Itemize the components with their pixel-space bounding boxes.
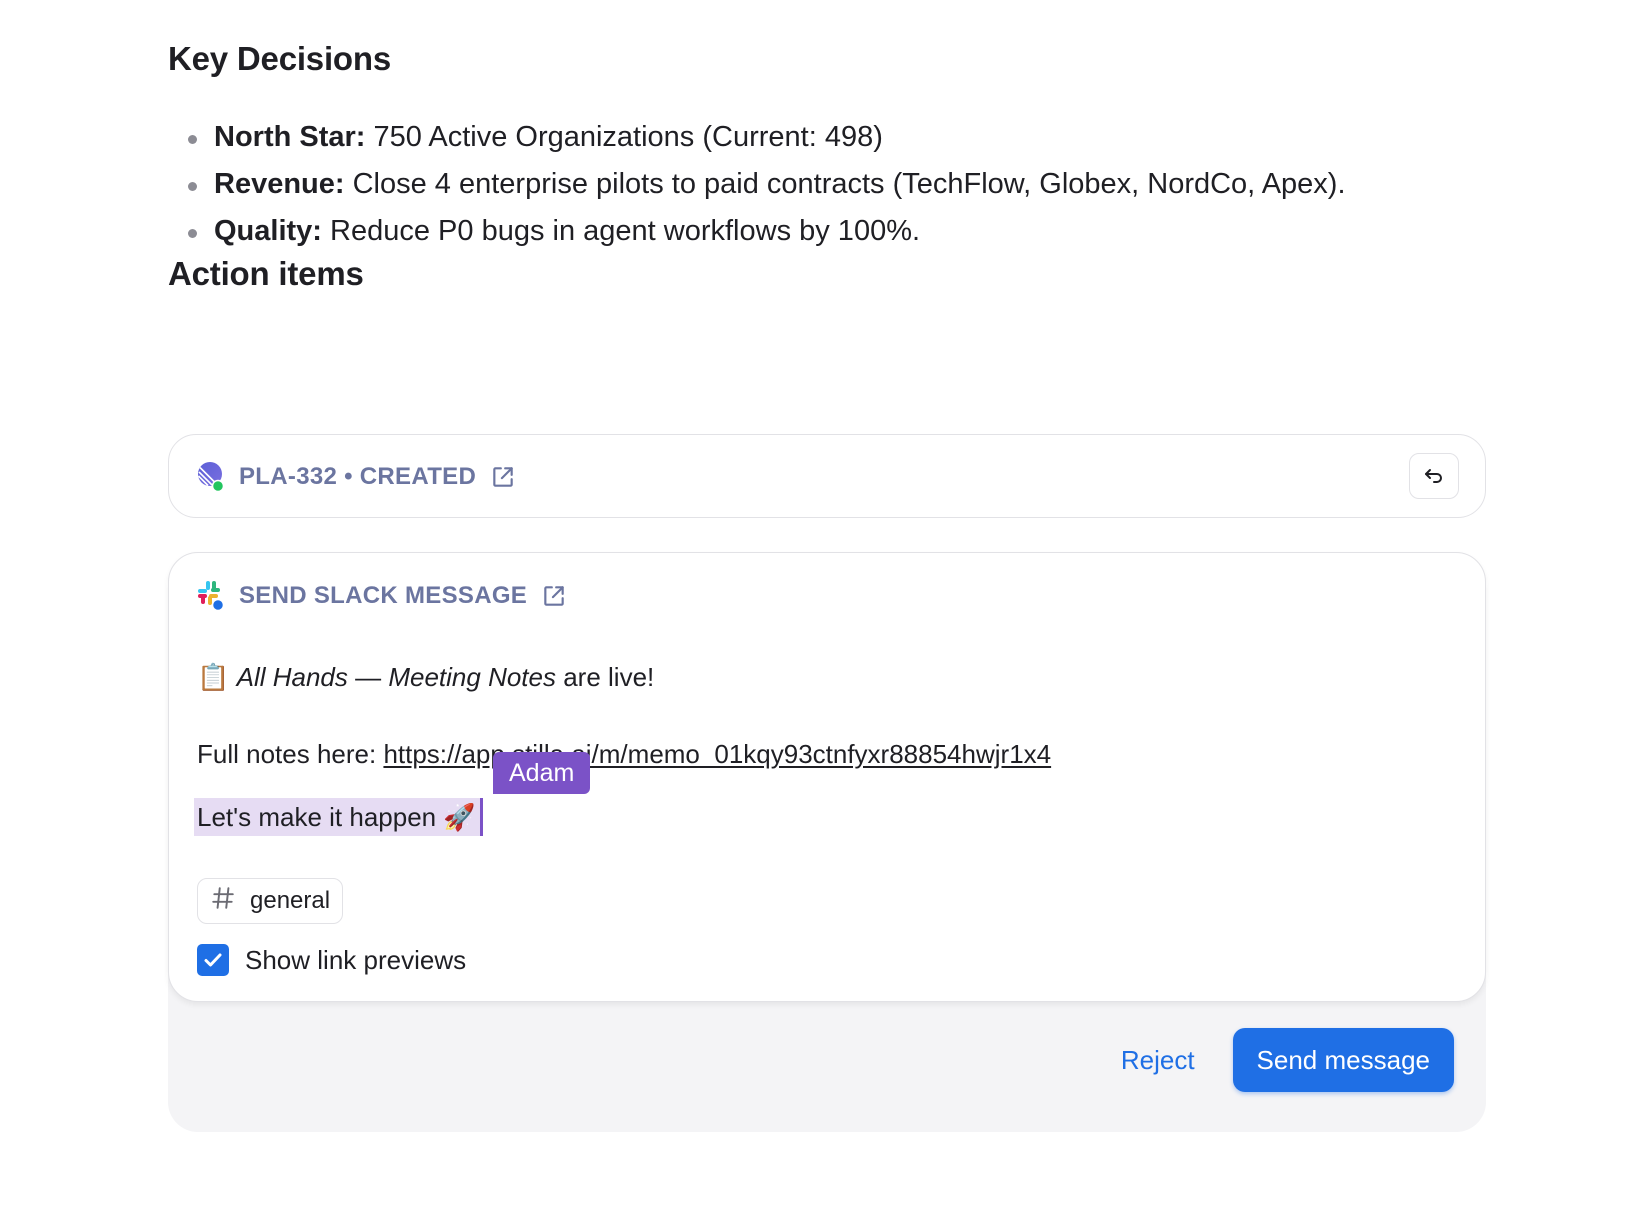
decision-text: 750 Active Organizations (Current: 498) [365,121,883,153]
checkmark-icon [204,953,222,967]
collaborator-selection: Let's make it happen 🚀 [194,798,480,836]
link-previews-label: Show link previews [245,944,467,975]
message-editor[interactable]: 📋 All Hands — Meeting Notes are live! Fu… [194,659,1051,836]
reject-button[interactable]: Reject [1121,1045,1195,1076]
slack-icon [197,580,225,612]
slack-action-panel: SEND SLACK MESSAGE 📋 All Hands — Meeting… [168,552,1486,1132]
external-link-icon[interactable] [541,583,567,609]
decision-text: Close 4 enterprise pilots to paid contra… [344,168,1346,200]
collaborator-caret [479,798,483,836]
linear-card-label: PLA-332 • CREATED [239,463,477,490]
key-decisions-list: North Star: 750 Active Organizations (Cu… [168,114,1488,255]
linear-issue-card: PLA-332 • CREATED [168,434,1486,518]
decision-label: North Star: [214,121,366,153]
list-item: North Star: 750 Active Organizations (Cu… [188,114,1488,161]
external-link-icon[interactable] [490,464,516,490]
linear-icon [197,461,225,493]
notes-title: Meeting Notes [388,662,556,692]
message-line-cta: Let's make it happen 🚀 Adam [194,752,1051,836]
clipboard-emoji: 📋 [197,662,230,692]
list-item: Quality: Reduce P0 bugs in agent workflo… [188,208,1488,255]
link-previews-toggle[interactable]: Show link previews [197,944,466,976]
channel-selector[interactable]: general [197,878,344,924]
action-items-title: Action items [168,255,364,292]
hash-icon [210,885,236,917]
undo-icon [1422,464,1446,488]
notes-link[interactable]: https://app.stilla.ai/m/memo_01kqy93ctnf… [383,739,1051,769]
decision-text: Reduce P0 bugs in agent workflows by 100… [321,215,921,247]
meeting-title: All Hands [236,662,348,692]
link-previews-checkbox[interactable] [197,944,229,976]
page: Key Decisions North Star: 750 Active Org… [0,0,1648,1216]
linear-card-header: PLA-332 • CREATED [197,435,516,519]
message-line-link: Full notes here: https://app.stilla.ai/m… [197,736,1051,772]
collaborator-presence-tag: Adam [493,752,591,794]
title-suffix: are live! [556,662,655,692]
action-buttons: Reject Send message [1121,1028,1454,1092]
message-line-title: 📋 All Hands — Meeting Notes are live! [197,659,1051,695]
key-decisions-title: Key Decisions [168,40,392,77]
link-prefix: Full notes here: [197,739,384,769]
decision-label: Quality: [214,215,322,247]
list-item: Revenue: Close 4 enterprise pilots to pa… [188,161,1488,208]
slack-card-header: SEND SLACK MESSAGE [197,573,567,619]
slack-message-card: SEND SLACK MESSAGE 📋 All Hands — Meeting… [168,552,1486,1002]
send-message-button[interactable]: Send message [1232,1028,1454,1092]
undo-button[interactable] [1409,453,1459,499]
channel-name: general [250,887,331,914]
decision-label: Revenue: [214,168,345,200]
content: Key Decisions North Star: 750 Active Org… [168,40,1488,1132]
slack-card-label: SEND SLACK MESSAGE [239,582,528,609]
title-separator: — [347,662,389,692]
